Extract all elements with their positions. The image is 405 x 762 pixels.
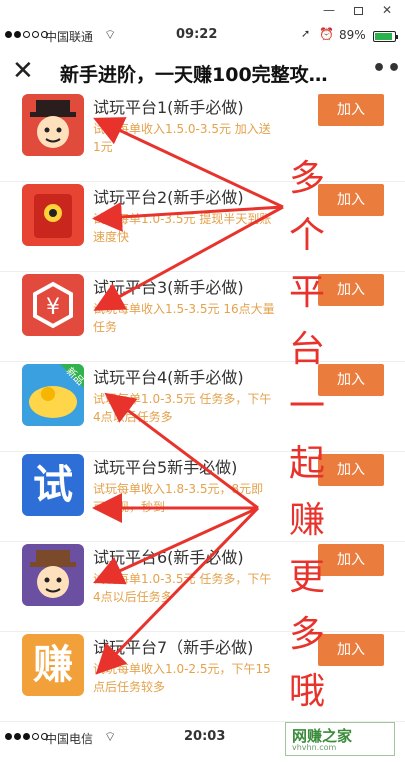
arrow-7 (95, 506, 260, 675)
signal-icon (5, 733, 48, 740)
status-time: 20:03 (184, 729, 226, 744)
watermark-url: vhvhn.com (292, 743, 337, 752)
arrow-6 (93, 506, 259, 585)
arrow-1 (93, 117, 284, 209)
carrier-label: 中国电信 (45, 732, 94, 746)
wifi-icon: ⌔ (104, 730, 117, 745)
arrow-4 (104, 392, 259, 510)
arrow-2 (92, 201, 284, 232)
watermark-logo: 网赚之家 vhvhn.com (285, 722, 395, 756)
arrow-overlay (92, 117, 284, 675)
arrow-3 (93, 205, 284, 311)
